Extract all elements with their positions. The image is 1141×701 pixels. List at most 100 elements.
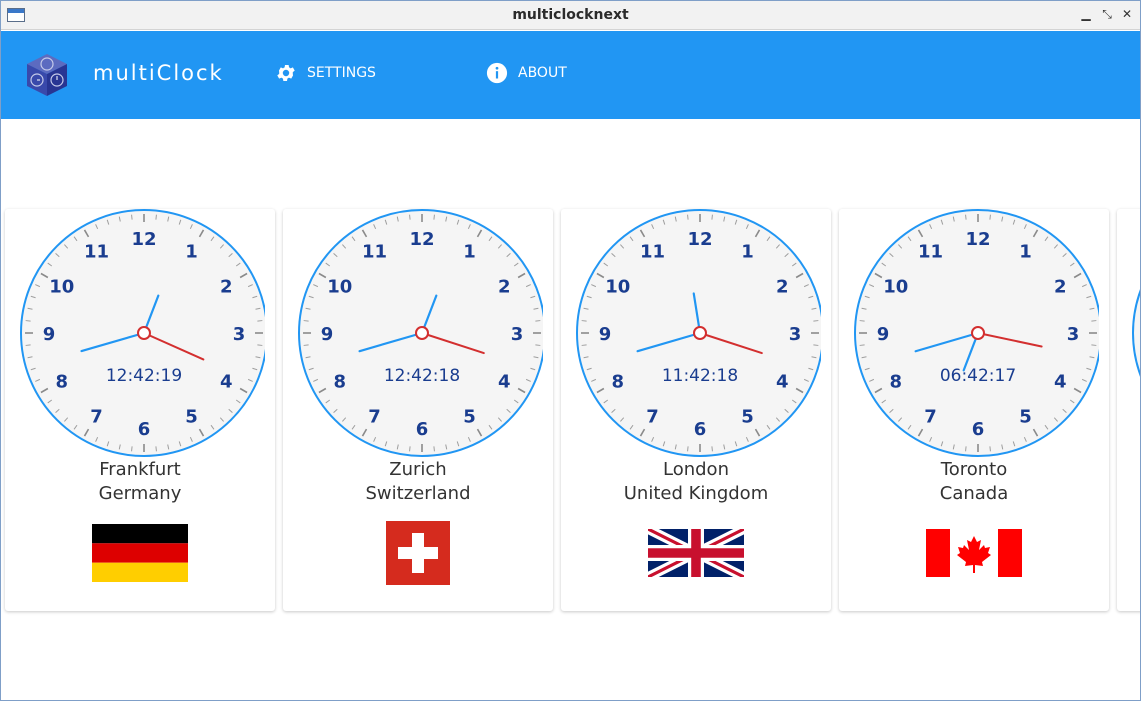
- info-icon: [486, 62, 508, 84]
- dial-number: 4: [1054, 372, 1067, 393]
- clock-card[interactable]: 12 1 2 3 4 5 6 7 8 9 10 11 12:42:19 Frankfurt German…: [5, 209, 275, 611]
- clock-tick: [687, 214, 689, 220]
- dial-number: 7: [368, 406, 381, 427]
- clock-tick: [813, 344, 819, 346]
- clock-tick: [433, 214, 435, 220]
- clock-tick: [155, 214, 157, 220]
- switzerland-flag-icon: [386, 521, 450, 585]
- clock-tick: [25, 320, 31, 322]
- restore-icon[interactable]: ⤡: [1099, 6, 1115, 22]
- dial-number: 7: [924, 406, 937, 427]
- settings-label: SETTINGS: [307, 65, 376, 81]
- dial-number: 5: [741, 406, 754, 427]
- dial-number: 8: [889, 372, 902, 393]
- digital-time: 06:42:17: [940, 366, 1016, 386]
- dial-number: 5: [1019, 406, 1032, 427]
- clock-tick: [859, 320, 865, 322]
- clock-tick: [409, 214, 411, 220]
- dial-number: 10: [605, 277, 630, 298]
- dial-number: 11: [640, 242, 665, 263]
- dial-number: 6: [972, 419, 985, 440]
- clock-card[interactable]: [1117, 209, 1140, 611]
- clock-tick: [581, 320, 587, 322]
- analog-clock: [1132, 289, 1140, 377]
- clock-center: [693, 326, 707, 340]
- clock-tick: [535, 344, 541, 346]
- about-label: ABOUT: [518, 65, 567, 81]
- city-name: Frankfurt: [99, 459, 181, 480]
- dial-number: 1: [463, 242, 476, 263]
- dial-number: 11: [362, 242, 387, 263]
- dial-number: 9: [321, 324, 334, 345]
- about-button[interactable]: ABOUT: [486, 59, 567, 87]
- clock-tick: [965, 214, 967, 220]
- clock-list: 12 1 2 3 4 5 6 7 8 9 10 11 12:42:19 Frankfurt German…: [1, 209, 1140, 613]
- dial-number: 10: [49, 277, 74, 298]
- dial-number: 1: [741, 242, 754, 263]
- dial-number: 3: [1067, 324, 1080, 345]
- clock-tick: [303, 320, 309, 322]
- dial-number: 4: [776, 372, 789, 393]
- clock-tick: [581, 344, 587, 346]
- dial-number: 12: [131, 229, 156, 250]
- dial-number: 3: [511, 324, 524, 345]
- clock-card[interactable]: 12 1 2 3 4 5 6 7 8 9 10 11 11:42:18 London United Ki…: [561, 209, 831, 611]
- dial-number: 8: [55, 372, 68, 393]
- cube-clock-logo-icon: [27, 54, 67, 96]
- clock-card[interactable]: 12 1 2 3 4 5 6 7 8 9 10 11 06:42:17 Toronto Canada: [839, 209, 1109, 611]
- germany-flag-icon: [92, 524, 188, 582]
- digital-time: 12:42:19: [106, 366, 182, 386]
- clock-tick: [989, 214, 991, 220]
- dial-number: 11: [84, 242, 109, 263]
- clock-tick: [433, 446, 435, 452]
- country-name: United Kingdom: [623, 483, 769, 504]
- dial-number: 4: [498, 372, 511, 393]
- clock-tick: [989, 446, 991, 452]
- gear-icon: [277, 65, 295, 81]
- dial-number: 12: [965, 229, 990, 250]
- country-name: Canada: [939, 483, 1009, 504]
- dial-number: 2: [498, 277, 511, 298]
- dial-number: 2: [1054, 277, 1067, 298]
- clock-tick: [409, 446, 411, 452]
- clock-tick: [1091, 320, 1097, 322]
- clock-card[interactable]: 12 1 2 3 4 5 6 7 8 9 10 11 12:42:18 Zurich Switzerla…: [283, 209, 553, 611]
- digital-time: 11:42:18: [662, 366, 738, 386]
- clock-tick: [859, 344, 865, 346]
- settings-button[interactable]: SETTINGS: [275, 59, 376, 87]
- clock-tick: [257, 320, 263, 322]
- clock-tick: [1091, 344, 1097, 346]
- dial-number: 11: [918, 242, 943, 263]
- clock-tick: [535, 320, 541, 322]
- canada-flag-icon: [926, 529, 1022, 577]
- analog-clock: 12123456789101111:42:18: [576, 209, 821, 457]
- dial-number: 8: [611, 372, 624, 393]
- clock-tick: [711, 446, 713, 452]
- title-bar: multiclocknext ▁ ⤡ ✕: [1, 1, 1140, 30]
- dial-number: 3: [789, 324, 802, 345]
- clock-tick: [303, 344, 309, 346]
- clock-center: [971, 326, 985, 340]
- city-name: London: [663, 459, 729, 480]
- clock-center: [415, 326, 429, 340]
- dial-number: 9: [877, 324, 890, 345]
- city-name: Toronto: [940, 459, 1008, 480]
- dial-number: 9: [43, 324, 56, 345]
- dial-number: 12: [687, 229, 712, 250]
- clock-tick: [687, 446, 689, 452]
- minimize-icon[interactable]: ▁: [1078, 6, 1094, 22]
- dial-number: 9: [599, 324, 612, 345]
- dial-number: 4: [220, 372, 233, 393]
- clock-tick: [131, 446, 133, 452]
- app-toolbar: multiClock SETTINGS ABOUT: [1, 31, 1140, 119]
- close-icon[interactable]: ✕: [1119, 6, 1135, 22]
- clock-tick: [25, 344, 31, 346]
- uk-flag-icon: [648, 529, 744, 577]
- clock-tick: [965, 446, 967, 452]
- dial-number: 5: [463, 406, 476, 427]
- app-name: multiClock: [93, 61, 224, 85]
- dial-number: 5: [185, 406, 198, 427]
- country-name: Switzerland: [365, 483, 471, 504]
- dial-number: 7: [90, 406, 103, 427]
- dial-number: 10: [883, 277, 908, 298]
